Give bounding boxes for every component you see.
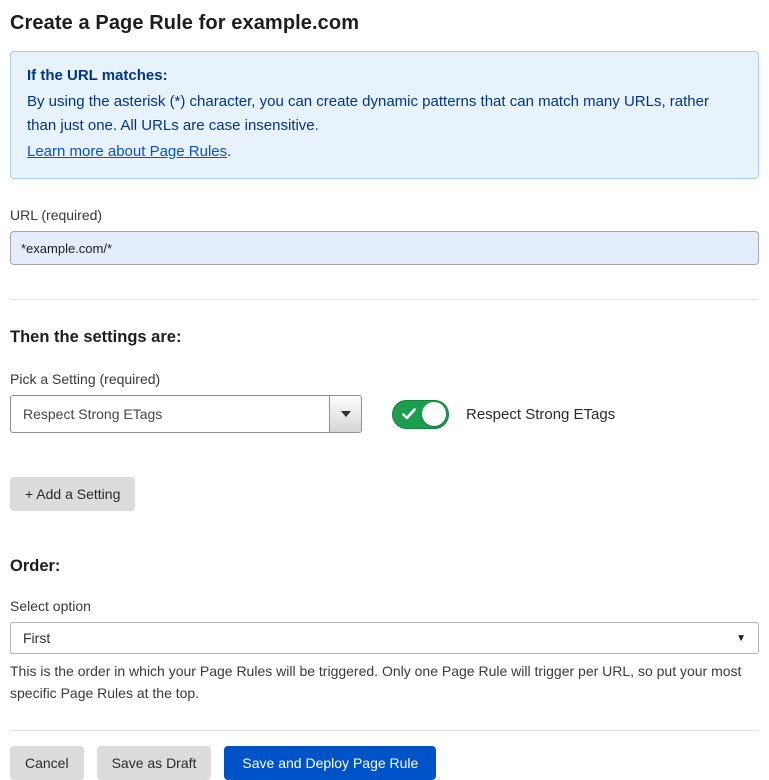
chevron-down-icon (341, 411, 351, 417)
section-divider (10, 299, 759, 300)
info-box-heading: If the URL matches: (27, 64, 742, 88)
settings-heading: Then the settings are: (10, 328, 759, 347)
setting-select-value: Respect Strong ETags (11, 396, 329, 432)
save-draft-button[interactable]: Save as Draft (97, 746, 212, 780)
order-select-label: Select option (10, 598, 759, 614)
save-deploy-button[interactable]: Save and Deploy Page Rule (224, 746, 436, 780)
toggle-knob (422, 402, 446, 426)
info-box-body: By using the asterisk (*) character, you… (27, 90, 727, 138)
order-help-text: This is the order in which your Page Rul… (10, 660, 750, 704)
footer-divider (10, 730, 759, 731)
footer-actions: Cancel Save as Draft Save and Deploy Pag… (10, 746, 759, 780)
cancel-button[interactable]: Cancel (10, 746, 84, 780)
info-box-link-line: Learn more about Page Rules. (27, 140, 742, 164)
link-period: . (227, 143, 231, 160)
add-setting-button[interactable]: + Add a Setting (10, 477, 135, 511)
chevron-down-icon: ▼ (736, 633, 746, 644)
toggle-label: Respect Strong ETags (466, 406, 615, 423)
page-title: Create a Page Rule for example.com (10, 12, 759, 35)
setting-select[interactable]: Respect Strong ETags (10, 395, 362, 433)
page-rule-form: Create a Page Rule for example.com If th… (0, 0, 769, 780)
url-match-info-box: If the URL matches: By using the asteris… (10, 51, 759, 179)
order-select[interactable]: First ▼ (10, 622, 759, 654)
order-heading: Order: (10, 557, 759, 576)
url-label: URL (required) (10, 207, 759, 223)
etags-toggle[interactable] (392, 400, 449, 429)
setting-select-arrow-button[interactable] (329, 396, 361, 432)
pick-setting-label: Pick a Setting (required) (10, 371, 759, 387)
setting-row: Respect Strong ETags Respect Strong ETag… (10, 395, 759, 433)
order-select-value: First (23, 630, 50, 646)
url-input[interactable] (10, 231, 759, 265)
learn-more-link[interactable]: Learn more about Page Rules (27, 143, 227, 160)
check-icon (402, 408, 416, 420)
